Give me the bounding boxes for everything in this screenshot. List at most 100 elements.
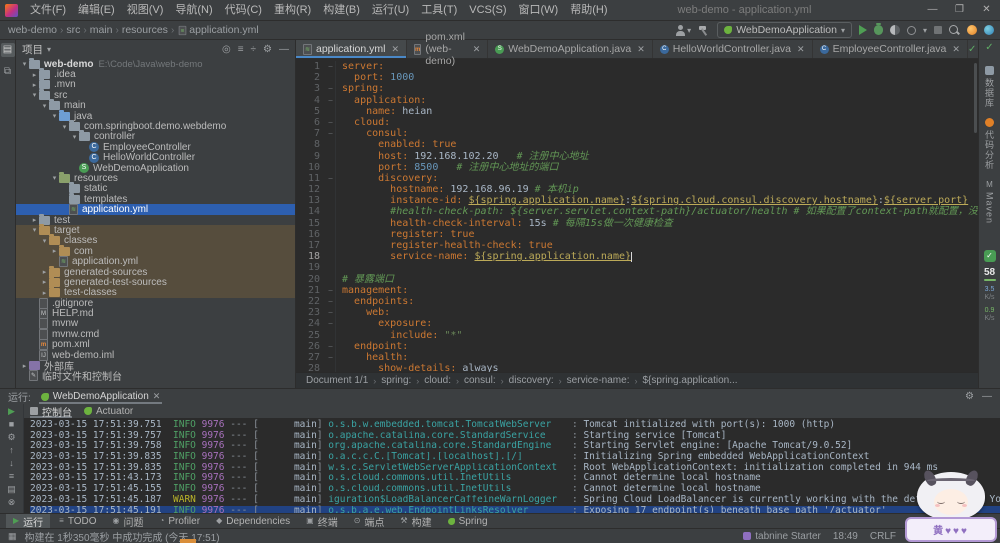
menu-item[interactable]: 窗口(W) (513, 0, 565, 21)
tree-row[interactable]: ▸ .mvn (16, 78, 295, 90)
chevron-right-icon[interactable]: ▸ (40, 268, 49, 276)
tree-row[interactable]: ▸ .idea (16, 68, 295, 80)
tree-row[interactable]: static (16, 182, 295, 194)
minimize-button[interactable]: — (919, 0, 946, 21)
fold-marker[interactable]: − (326, 284, 336, 296)
tool-window-button-problems[interactable]: ◉ 问题 (106, 514, 151, 529)
tree-row[interactable]: C HelloWorldController (16, 152, 295, 163)
editor-tab[interactable]: S WebDemoApplication.java ✕ (488, 40, 653, 58)
user-menu[interactable]: ▾ (675, 24, 691, 36)
chevron-down-icon[interactable]: ▾ (40, 102, 49, 110)
tree-row[interactable]: ▸ test-classes (16, 286, 295, 298)
collapse-all-icon[interactable]: ÷ (251, 44, 257, 55)
chevron-down-icon[interactable]: ▾ (47, 45, 51, 54)
tree-row[interactable]: S WebDemoApplication (16, 163, 295, 174)
chevron-down-icon[interactable]: ▾ (60, 123, 69, 131)
chevron-right-icon[interactable]: ▸ (50, 247, 59, 255)
fold-marker[interactable]: − (326, 318, 336, 330)
breadcrumb-item[interactable]: main (88, 24, 115, 36)
tree-row[interactable]: templates (16, 192, 295, 205)
search-everywhere-icon[interactable] (949, 24, 960, 36)
rerun-icon[interactable]: ▶ (5, 406, 19, 417)
up-icon[interactable]: ↑ (5, 445, 19, 456)
settings-gear-icon[interactable]: ⚙ (263, 44, 272, 55)
console-tab[interactable]: 控制台 (30, 404, 72, 419)
stop-icon[interactable]: ■ (5, 419, 19, 430)
tree-row[interactable]: C EmployeeController (16, 142, 295, 153)
tree-row[interactable]: m pom.xml (16, 339, 295, 351)
yaml-breadcrumb-item[interactable]: service-name: (567, 375, 630, 386)
tree-row[interactable]: mvnw.cmd (16, 328, 295, 340)
soft-wrap-icon[interactable]: ≡ (5, 471, 19, 482)
chevron-down-icon[interactable]: ▾ (923, 26, 927, 35)
yaml-breadcrumb-item[interactable]: discovery: (509, 375, 554, 386)
menu-item[interactable]: 视图(V) (121, 0, 170, 21)
menu-item[interactable]: 构建(B) (317, 0, 366, 21)
profiler-button[interactable] (906, 25, 916, 35)
fold-marker[interactable]: − (326, 128, 336, 140)
fold-marker[interactable]: − (326, 295, 336, 308)
menu-item[interactable]: VCS(S) (463, 0, 512, 21)
breadcrumb-item[interactable]: src (64, 24, 82, 36)
chevron-right-icon[interactable]: ▸ (20, 362, 29, 370)
editor-tab[interactable]: C HelloWorldController.java ✕ (653, 40, 813, 58)
run-button[interactable] (858, 25, 867, 35)
tree-row[interactable]: M HELP.md (16, 308, 295, 320)
menu-item[interactable]: 编辑(E) (72, 0, 121, 21)
fold-marker[interactable]: − (326, 351, 336, 364)
project-stripe-button[interactable]: ▤ (0, 43, 15, 57)
build-project-button[interactable] (698, 24, 710, 36)
settings-icon[interactable]: ⚙ (5, 432, 19, 443)
right-stripe-button[interactable]: 数据库 (983, 66, 996, 108)
line-ending-widget[interactable]: CRLF (870, 531, 896, 542)
chevron-down-icon[interactable]: ▾ (50, 174, 59, 182)
tree-row[interactable]: ▾ com.springboot.demo.webdemo (16, 120, 295, 132)
tree-row[interactable]: mvnw (16, 318, 295, 330)
editor-tab[interactable]: m pom.xml (web-demo) ✕ (407, 31, 489, 67)
tree-row[interactable]: ▾ java (16, 109, 295, 122)
tree-row[interactable]: ▾ main (16, 99, 295, 111)
yaml-breadcrumb-item[interactable]: spring: (381, 375, 411, 386)
yaml-breadcrumb-item[interactable]: Document 1/1 (306, 375, 368, 386)
close-icon[interactable]: ✕ (153, 391, 161, 402)
clear-icon[interactable]: ⊗ (5, 497, 19, 508)
menu-item[interactable]: 运行(U) (366, 0, 415, 21)
right-stripe-button[interactable]: M Maven (985, 180, 995, 224)
yaml-breadcrumb-item[interactable]: cloud: (424, 375, 451, 386)
tool-window-button-todo[interactable]: ≡ TODO (52, 514, 103, 529)
tabnine-widget[interactable]: tabnine Starter (743, 531, 821, 542)
fold-marker[interactable]: − (326, 94, 336, 106)
tool-window-button-build[interactable]: ⚒ 构建 (393, 514, 438, 529)
tree-row[interactable]: ▸ generated-test-sources (16, 275, 295, 288)
menu-item[interactable]: 重构(R) (268, 0, 317, 21)
debug-button[interactable] (873, 23, 883, 35)
menu-item[interactable]: 帮助(H) (564, 0, 613, 21)
console-line[interactable]: 2023-03-15 17:51:45.191 INFO 9976 --- [m… (30, 505, 1000, 513)
locate-icon[interactable]: ◎ (222, 44, 231, 55)
tool-window-button-run[interactable]: ▶ 运行 (6, 513, 51, 529)
print-icon[interactable]: ▤ (5, 484, 19, 495)
chevron-down-icon[interactable]: ▾ (40, 237, 49, 245)
hide-panel-icon[interactable]: — (279, 44, 289, 55)
stop-button[interactable] (934, 26, 942, 34)
tool-window-button-endpoints[interactable]: ⊙ 端点 (347, 514, 392, 529)
tool-window-button-dependencies[interactable]: ◆ Dependencies (209, 514, 297, 529)
chevron-down-icon[interactable]: ▾ (70, 133, 79, 141)
breadcrumb-item[interactable]: web-demo (6, 24, 59, 36)
tool-window-button-terminal[interactable]: ▣ 终端 (299, 514, 345, 529)
fold-marker[interactable]: − (326, 172, 336, 185)
chevron-right-icon[interactable]: ▸ (40, 289, 49, 297)
down-icon[interactable]: ↓ (5, 458, 19, 469)
tree-row[interactable]: ▸ com (16, 244, 295, 257)
console-tab[interactable]: Actuator (84, 404, 133, 418)
structure-stripe-button[interactable]: ⧉ (1, 65, 15, 79)
fold-marker[interactable]: − (326, 83, 336, 95)
chevron-down-icon[interactable]: ▾ (50, 112, 59, 120)
breadcrumb-item[interactable]: application.yml (187, 24, 260, 36)
tree-row[interactable]: .gitignore (16, 297, 295, 309)
tool-window-button-profiler[interactable]: ◔ Profiler (153, 514, 208, 529)
maximize-button[interactable]: ❐ (946, 0, 973, 21)
tree-row[interactable]: ▾ classes (16, 234, 295, 246)
fold-marker[interactable]: − (326, 116, 336, 129)
menu-item[interactable]: 导航(N) (169, 0, 218, 21)
